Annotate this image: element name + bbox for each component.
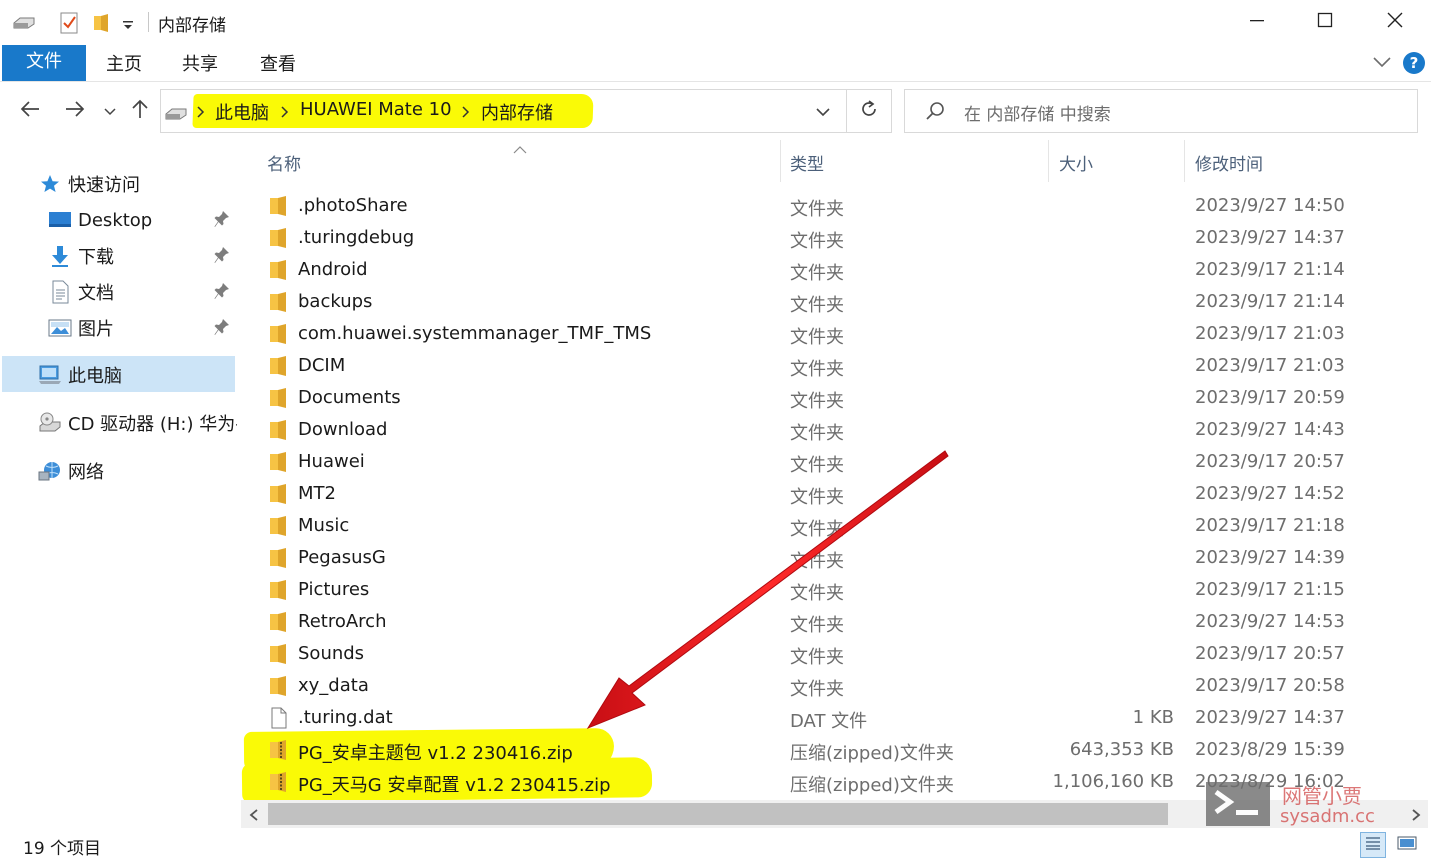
watermark-text: 网管小贾	[1282, 784, 1362, 808]
details-view-icon	[1364, 835, 1382, 855]
watermark-logo	[1206, 782, 1270, 826]
large-icons-view-icon	[1397, 835, 1417, 855]
scroll-left-icon[interactable]	[248, 807, 260, 826]
scroll-right-icon[interactable]	[1410, 807, 1422, 826]
scrollbar-thumb[interactable]	[268, 803, 1168, 825]
status-item-count: 19 个项目	[23, 839, 102, 859]
large-icons-view-button[interactable]	[1394, 832, 1420, 858]
details-view-button[interactable]	[1360, 832, 1386, 858]
watermark-url: sysadm.cc	[1280, 806, 1375, 827]
annotation-arrow	[586, 450, 949, 730]
